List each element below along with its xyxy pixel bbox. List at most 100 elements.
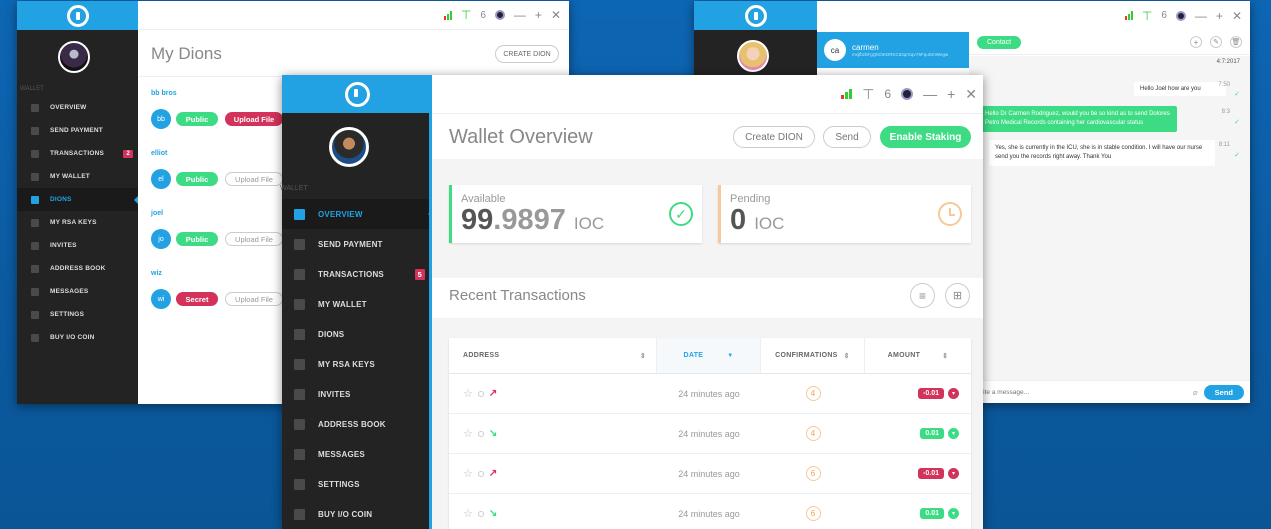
sort-icon: ⇕ (843, 352, 850, 360)
sort-icon: ⇕ (639, 352, 646, 360)
avatar[interactable] (737, 40, 769, 72)
contact-button[interactable]: Contact (977, 35, 1022, 49)
confirmations-badge: 4 (805, 386, 821, 401)
lock-icon: 6 (1161, 10, 1167, 21)
sidebar-item-overview[interactable]: OVERVIEW (282, 199, 432, 229)
create-dion-button[interactable]: CREATE DION (495, 45, 559, 63)
visibility-toggle[interactable]: Public (176, 172, 218, 186)
app-logo (282, 75, 432, 113)
close-icon[interactable]: ✕ (1232, 9, 1242, 23)
avatar[interactable] (329, 127, 369, 167)
sidebar-item-label: MY RSA KEYS (318, 359, 375, 369)
sidebar-item-dions[interactable]: DIONS (17, 188, 138, 211)
sidebar: WALLET OVERVIEW SEND PAYMENT TRANSACTIONS 5… (280, 75, 432, 529)
favorite-star-icon[interactable]: ☆ (463, 387, 473, 400)
expand-icon[interactable]: ▾ (948, 388, 959, 399)
send-button[interactable]: Send (823, 126, 871, 148)
favorite-star-icon[interactable]: ☆ (463, 427, 473, 440)
sidebar-item-address-book[interactable]: ADDRESS BOOK (282, 409, 432, 439)
transfer-icon (294, 268, 305, 280)
sidebar-item-transactions[interactable]: TRANSACTIONS 2 (17, 142, 138, 165)
home-icon (294, 208, 305, 220)
dion-list: bb bros bb Public Upload File elliot el Public… (151, 87, 301, 327)
expand-icon[interactable]: ▾ (948, 428, 959, 439)
dion-item: wiz wi Secret Upload File (151, 267, 301, 327)
profile-icon[interactable] (1175, 10, 1186, 21)
upload-file-button[interactable]: Upload File (225, 112, 283, 126)
upload-file-button[interactable]: Upload File (225, 292, 283, 306)
sidebar-item-dions[interactable]: DIONS (282, 319, 432, 349)
create-dion-button[interactable]: Create DION (733, 126, 815, 148)
enable-staking-button[interactable]: Enable Staking (880, 126, 971, 148)
close-icon[interactable]: ✕ (965, 86, 977, 103)
table-row[interactable]: ☆ ↘ 24 minutes ago 4 0.01 ▾ (449, 414, 971, 454)
column-address[interactable]: ADDRESS ⇕ (449, 338, 657, 373)
profile-icon[interactable] (901, 88, 914, 100)
sidebar-item-send-payment[interactable]: SEND PAYMENT (282, 229, 432, 259)
sidebar-item-label: MY WALLET (50, 173, 90, 180)
sidebar-item-messages[interactable]: MESSAGES (17, 280, 138, 303)
avatar[interactable] (58, 41, 90, 73)
sidebar-item-settings[interactable]: SETTINGS (17, 303, 138, 326)
sidebar-item-address-book[interactable]: ADDRESS BOOK (17, 257, 138, 280)
sidebar-item-transactions[interactable]: TRANSACTIONS 5 (282, 259, 432, 289)
add-icon[interactable]: + (1190, 36, 1202, 48)
maximize-icon[interactable]: + (1216, 9, 1223, 23)
list-view-icon[interactable]: ≡ (910, 283, 935, 308)
grid-view-icon[interactable]: ⊞ (945, 283, 970, 308)
expand-icon[interactable]: ▾ (948, 508, 959, 519)
sidebar-item-overview[interactable]: OVERVIEW (17, 96, 138, 119)
sidebar-item-messages[interactable]: MESSAGES (282, 439, 432, 469)
expand-icon[interactable]: ▾ (948, 468, 959, 479)
table-row[interactable]: ☆ ↗ 24 minutes ago 6 -0.01 ▾ (449, 454, 971, 494)
sidebar-item-send-payment[interactable]: SEND PAYMENT (17, 119, 138, 142)
column-date[interactable]: DATE ▼ (657, 338, 761, 373)
ioc-logo-icon (744, 4, 767, 27)
lock-icon: 6 (884, 87, 892, 101)
pending-amount: 0 (730, 204, 747, 236)
sidebar-item-my-rsa-keys[interactable]: MY RSA KEYS (282, 349, 432, 379)
app-logo (17, 1, 138, 30)
contact-item-carmen[interactable]: ca carmen mxjfbzbFgQtKhKDRKC53qrSqvY5Fqu… (817, 32, 969, 68)
sidebar-item-settings[interactable]: SETTINGS (282, 469, 432, 499)
sidebar-item-invites[interactable]: INVITES (17, 234, 138, 257)
window-controls: ⊤ 6 — + ✕ (443, 8, 561, 22)
tx-date: 24 minutes ago (678, 388, 740, 399)
sidebar-item-buy-i-o-coin[interactable]: BUY I/O COIN (282, 499, 432, 529)
column-confirmations[interactable]: CONFIRMATIONS ⇕ (761, 338, 865, 373)
message-time: 8:11 (1218, 142, 1230, 148)
sidebar-item-invites[interactable]: INVITES (282, 379, 432, 409)
column-label: ADDRESS (463, 352, 500, 359)
chat-area: 4:7:2017 Hello Joel how are you 7:50 Hel… (969, 56, 1250, 380)
message-input[interactable] (975, 388, 1193, 396)
close-icon[interactable]: ✕ (551, 8, 561, 22)
sidebar-item-buy-i-o-coin[interactable]: BUY I/O COIN (17, 326, 138, 349)
visibility-toggle[interactable]: Public (176, 232, 218, 246)
minimize-icon[interactable]: — (514, 8, 526, 22)
nav-list: OVERVIEW SEND PAYMENT TRANSACTIONS 2 MY WALL… (17, 96, 138, 349)
edit-icon[interactable]: ✎ (1210, 36, 1222, 48)
column-amount[interactable]: AMOUNT ⇕ (865, 338, 971, 373)
upload-file-button[interactable]: Upload File (225, 232, 283, 246)
sidebar-item-my-rsa-keys[interactable]: MY RSA KEYS (17, 211, 138, 234)
favorite-star-icon[interactable]: ☆ (463, 507, 473, 520)
sidebar-item-my-wallet[interactable]: MY WALLET (17, 165, 138, 188)
minimize-icon[interactable]: — (1195, 9, 1207, 23)
attach-icon[interactable]: ⌀ (1193, 388, 1198, 397)
table-row[interactable]: ☆ ↗ 24 minutes ago 4 -0.01 ▾ (449, 374, 971, 414)
minimize-icon[interactable]: — (923, 86, 937, 102)
visibility-toggle[interactable]: Public (176, 112, 218, 126)
maximize-icon[interactable]: + (535, 8, 542, 22)
visibility-toggle[interactable]: Secret (176, 292, 218, 306)
maximize-icon[interactable]: + (947, 86, 955, 102)
table-row[interactable]: ☆ ↘ 24 minutes ago 6 0.01 ▾ (449, 494, 971, 529)
incoming-arrow-icon: ↘ (488, 508, 498, 519)
upload-file-button[interactable]: Upload File (225, 172, 283, 186)
profile-icon[interactable] (494, 10, 505, 20)
dion-name: elliot (151, 150, 168, 157)
favorite-star-icon[interactable]: ☆ (463, 467, 473, 480)
sidebar-item-my-wallet[interactable]: MY WALLET (282, 289, 432, 319)
delete-icon[interactable]: 🗑 (1230, 36, 1242, 48)
send-button[interactable]: Send (1203, 384, 1244, 400)
table-body: ☆ ↗ 24 minutes ago 4 -0.01 ▾ ☆ ↘ 24 minutes ago 4… (449, 374, 971, 529)
